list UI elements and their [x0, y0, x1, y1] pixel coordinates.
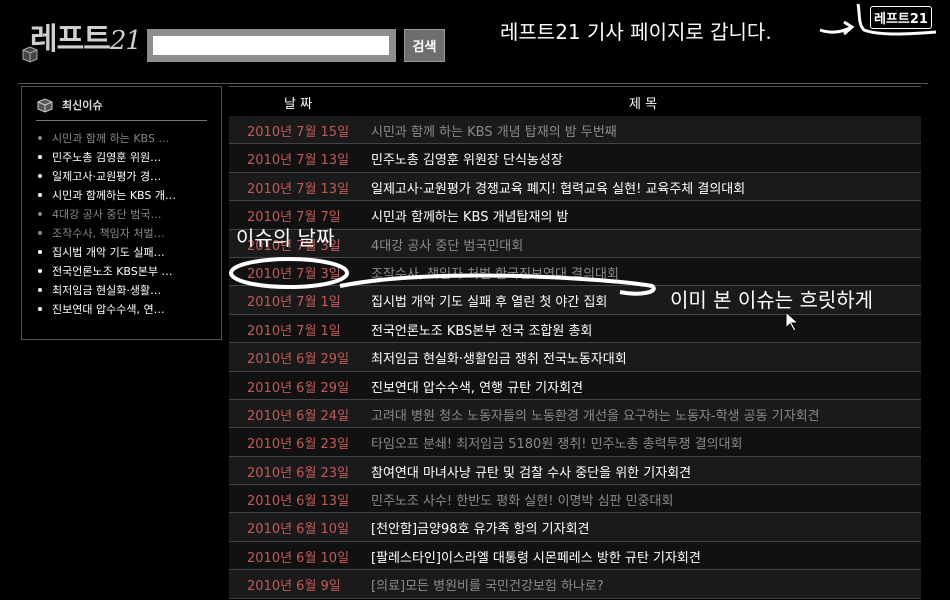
- sidebar-rule: [36, 120, 207, 121]
- row-title-link[interactable]: [천안함]금양98호 유가족 항의 기자회견: [371, 518, 589, 537]
- header-divider: [18, 83, 928, 84]
- table-row[interactable]: 2010년 7월 13일 일제고사·교원평가 경쟁교육 폐지! 협력교육 실현! …: [229, 172, 921, 202]
- row-title-link[interactable]: 참여연대 마녀사냥 규탄 및 검찰 수사 중단을 위한 기자회견: [371, 462, 691, 481]
- bullet-icon: [38, 174, 42, 178]
- cube-icon: [37, 98, 53, 113]
- sidebar-item[interactable]: 전국언론노조 KBS본부 …: [36, 262, 206, 281]
- row-title-link[interactable]: [의료]모든 병원비를 국민건강보험 하나로?: [371, 575, 604, 594]
- table-header: 날 짜 제 목: [229, 86, 921, 117]
- arrowhead-mark: [843, 20, 855, 36]
- logo-wordmark: 레프트21: [30, 22, 142, 57]
- row-title-link[interactable]: 타임오프 분쇄! 최저임금 5180원 쟁취! 민주노총 총력투쟁 결의대회: [371, 433, 742, 452]
- annotation-read-note: 이미 본 이슈는 흐릿하게: [670, 288, 874, 312]
- search-button[interactable]: 검색: [404, 29, 445, 62]
- table-row[interactable]: 2010년 6월 9일 [의료]모든 병원비를 국민건강보험 하나로?: [229, 570, 921, 599]
- row-date: 2010년 6월 29일: [247, 380, 350, 396]
- sidebar-title: 최신이슈: [62, 99, 103, 112]
- row-title-link[interactable]: 시민과 함께 하는 KBS 개념 탑재의 밤 두번째: [371, 121, 617, 140]
- row-title-link[interactable]: 진보연대 압수수색, 연행 규탄 기자회견: [371, 377, 583, 396]
- row-date: 2010년 6월 23일: [247, 465, 350, 481]
- row-title-link[interactable]: 4대강 공사 중단 범국민대회: [371, 235, 523, 254]
- sidebar-header: 최신이슈: [36, 97, 102, 113]
- row-date: 2010년 7월 15일: [247, 125, 350, 140]
- table-row[interactable]: 2010년 6월 13일 민주노조 사수! 한반도 평화 실현! 이명박 심판 민…: [229, 485, 921, 514]
- table-row[interactable]: 2010년 7월 13일 민주노총 김영훈 위원장 단식농성장: [229, 144, 921, 173]
- row-title-link[interactable]: 최저임금 현실화·생활임금 쟁취 전국노동자대회: [371, 348, 627, 367]
- row-date: 2010년 7월 1일: [247, 295, 341, 311]
- bullet-icon: [38, 288, 42, 292]
- table-row[interactable]: 2010년 6월 23일 타임오프 분쇄! 최저임금 5180원 쟁취! 민주노총…: [229, 428, 921, 457]
- row-date: 2010년 6월 24일: [247, 408, 350, 424]
- table-row[interactable]: 2010년 6월 10일 [팔레스타인]이스라엘 대통령 시몬페레스 방한 규탄 …: [229, 541, 921, 571]
- row-date: 2010년 6월 29일: [247, 352, 350, 368]
- sidebar-item[interactable]: 일제고사·교원평가 경…: [36, 167, 206, 186]
- row-title-link[interactable]: 집시법 개악 기도 실패 후 열린 첫 야간 집회: [371, 291, 607, 310]
- column-header-date: 날 짜: [284, 97, 313, 112]
- row-title-link[interactable]: 민주노총 김영훈 위원장 단식농성장: [371, 149, 563, 168]
- sidebar-item[interactable]: 4대강 공사 중단 범국…: [36, 205, 206, 224]
- bullet-icon: [38, 193, 42, 197]
- row-title-link[interactable]: 조작수사, 책임자 처벌 한국진보연대 결의대회: [371, 263, 619, 282]
- search-input[interactable]: [153, 36, 389, 55]
- row-title-link[interactable]: 민주노조 사수! 한반도 평화 실현! 이명박 심판 민중대회: [371, 490, 673, 509]
- arrow-mark: [819, 25, 853, 34]
- sidebar-item[interactable]: 시민과 함께 하는 KBS …: [36, 129, 206, 148]
- logo-cube-icon: [22, 46, 38, 63]
- row-date: 2010년 6월 23일: [247, 437, 350, 453]
- table-row[interactable]: 2010년 7월 3일 조작수사, 책임자 처벌 한국진보연대 결의대회: [229, 257, 921, 287]
- sidebar-item[interactable]: 시민과 함께하는 KBS 개…: [36, 186, 206, 205]
- sidebar-item[interactable]: 최저임금 현실화·생활…: [36, 281, 206, 300]
- column-header-title: 제 목: [629, 97, 658, 112]
- bullet-icon: [38, 155, 42, 159]
- bullet-icon: [38, 212, 42, 216]
- sidebar-list: 시민과 함께 하는 KBS … 민주노총 김영훈 위원… 일제고사·교원평가 경…: [36, 129, 206, 319]
- row-date: 2010년 7월 13일: [247, 181, 350, 197]
- table-row[interactable]: 2010년 6월 23일 참여연대 마녀사냥 규탄 및 검찰 수사 중단을 위한 …: [229, 456, 921, 486]
- sidebar-item[interactable]: 민주노총 김영훈 위원…: [36, 148, 206, 167]
- row-title-link[interactable]: 고려대 병원 청소 노동자들의 노동환경 개선을 요구하는 노동자-학생 공동 …: [371, 405, 820, 424]
- row-date: 2010년 6월 10일: [247, 550, 350, 566]
- bullet-icon: [38, 307, 42, 311]
- search-box: [147, 29, 396, 62]
- bullet-icon: [38, 231, 42, 235]
- row-title-link[interactable]: 전국언론노조 KBS본부 전국 조합원 총회: [371, 320, 592, 339]
- bullet-icon: [38, 269, 42, 273]
- sidebar-item[interactable]: 진보연대 압수수색, 연…: [36, 300, 206, 319]
- row-date: 2010년 7월 3일: [247, 266, 341, 282]
- annotation-date-note: 이슈의 날짜: [236, 226, 335, 250]
- row-date: 2010년 7월 13일: [247, 153, 350, 169]
- table-row[interactable]: 2010년 7월 1일 전국언론노조 KBS본부 전국 조합원 총회: [229, 314, 921, 344]
- site-logo[interactable]: 레프트21: [20, 14, 142, 66]
- sidebar-item[interactable]: 조작수사, 책임자 처벌…: [36, 224, 206, 243]
- row-date: 2010년 6월 10일: [247, 522, 350, 538]
- table-row[interactable]: 2010년 6월 24일 고려대 병원 청소 노동자들의 노동환경 개선을 요구하…: [229, 399, 921, 429]
- table-row[interactable]: 2010년 7월 15일 시민과 함께 하는 KBS 개념 탑재의 밤 두번째: [229, 116, 921, 145]
- mini-logo-badge: 레프트21: [870, 6, 932, 29]
- row-date: 2010년 7월 1일: [247, 323, 341, 339]
- table-row[interactable]: 2010년 6월 29일 진보연대 압수수색, 연행 규탄 기자회견: [229, 371, 921, 400]
- row-date: 2010년 6월 9일: [247, 579, 341, 595]
- bullet-icon: [38, 136, 42, 140]
- row-title-link[interactable]: [팔레스타인]이스라엘 대통령 시몬페레스 방한 규탄 기자회견: [371, 547, 701, 566]
- latest-issues-panel: 최신이슈 시민과 함께 하는 KBS … 민주노총 김영훈 위원… 일제고사·교…: [21, 86, 222, 340]
- table-row[interactable]: 2010년 6월 29일 최저임금 현실화·생활임금 쟁취 전국노동자대회: [229, 343, 921, 372]
- issue-table: 2010년 7월 15일 시민과 함께 하는 KBS 개념 탑재의 밤 두번째 20…: [229, 116, 921, 599]
- bullet-icon: [38, 250, 42, 254]
- annotation-top-note: 레프트21 기사 페이지로 갑니다.: [500, 20, 772, 44]
- row-date: 2010년 6월 13일: [247, 494, 350, 510]
- table-row[interactable]: 2010년 6월 10일 [천안함]금양98호 유가족 항의 기자회견: [229, 513, 921, 542]
- row-title-link[interactable]: 일제고사·교원평가 경쟁교육 폐지! 협력교육 실현! 교육주체 결의대회: [371, 178, 745, 197]
- row-title-link[interactable]: 시민과 함께하는 KBS 개념탑재의 밤: [371, 206, 568, 225]
- sidebar-item[interactable]: 집시법 개악 기도 실패…: [36, 243, 206, 262]
